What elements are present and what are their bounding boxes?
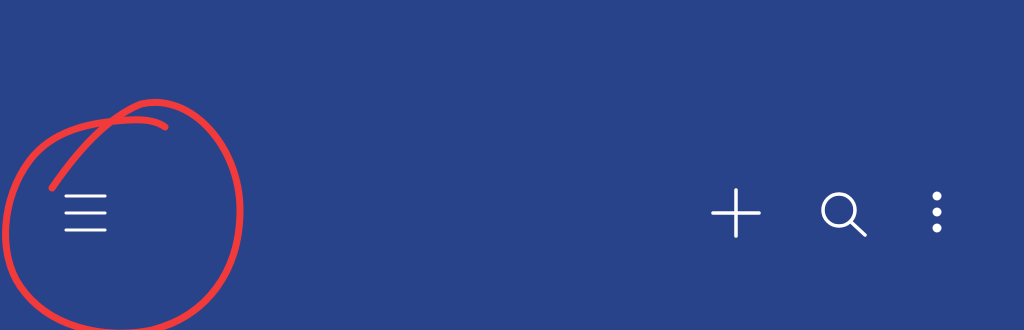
more-options-button[interactable]	[914, 180, 960, 248]
add-button[interactable]	[702, 180, 770, 248]
menu-icon	[64, 194, 107, 232]
red-circle-annotation	[2, 98, 244, 330]
menu-button[interactable]	[52, 180, 120, 248]
search-icon	[821, 192, 867, 237]
search-button[interactable]	[808, 180, 876, 248]
app-bar	[0, 0, 1024, 330]
more-vertical-icon	[932, 191, 942, 233]
add-icon	[711, 188, 761, 238]
